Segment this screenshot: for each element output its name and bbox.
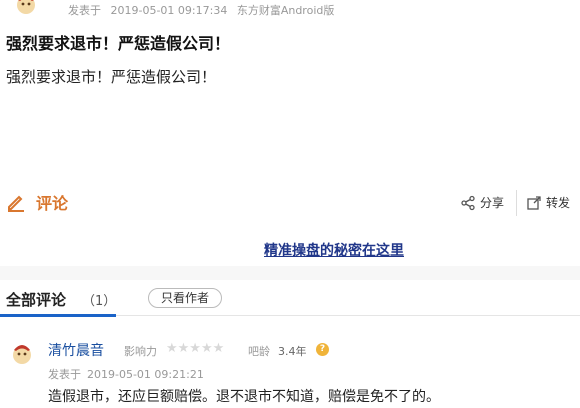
promo-link[interactable]: 精准操盘的秘密在这里 [264, 240, 404, 260]
share-label: 分享 [480, 196, 505, 210]
comment-label: 评论 [36, 194, 69, 213]
comment-published-time: 2019-05-01 09:21:21 [87, 368, 204, 381]
post-source: 东方财富Android版 [236, 4, 335, 17]
action-bar: 评论 分享 转发 [0, 186, 580, 220]
comment-meta: 发表于 2019-05-01 09:21:21 [48, 366, 210, 382]
avatar-icon[interactable] [10, 342, 34, 366]
forward-button[interactable]: 转发 [526, 194, 570, 211]
comment-username[interactable]: 清竹晨音 [48, 340, 104, 360]
comment-count: （1） [82, 294, 117, 309]
share-icon [461, 195, 475, 210]
tab-all-comments[interactable]: 全部评论 （1） [6, 289, 116, 310]
forward-icon [527, 195, 541, 210]
post-meta: 发表于 2019-05-01 09:17:34 东方财富Android版 [0, 0, 580, 18]
influence-label: 影响力 [124, 345, 157, 358]
influence-stars: ★★★★★ [166, 341, 225, 356]
action-divider [516, 190, 517, 216]
avatar-icon[interactable] [14, 0, 38, 16]
all-comments-label: 全部评论 [6, 291, 67, 309]
post-body: 强烈要求退市！严惩造假公司！ [6, 68, 217, 86]
forward-label: 转发 [546, 196, 571, 210]
comment-item: 清竹晨音 影响力 ★★★★★ 吧龄 3.4年 ? 发表于 2019-05-01 0… [0, 332, 580, 408]
post-title: 强烈要求退市！严惩造假公司！ [6, 34, 231, 53]
share-button[interactable]: 分享 [460, 194, 504, 211]
pencil-icon [8, 195, 24, 212]
comments-header: 全部评论 （1） 只看作者 [0, 280, 580, 317]
published-label: 发表于 [68, 4, 101, 17]
published-time: 2019-05-01 09:17:34 [110, 4, 228, 17]
age-label: 吧龄 [248, 345, 270, 358]
comment-published-label: 发表于 [48, 368, 81, 381]
section-gap [0, 266, 580, 280]
post-meta-text: 发表于 2019-05-01 09:17:34 东方财富Android版 [68, 2, 340, 18]
comment-text: 造假退市，还应巨额赔偿。退不退市不知道，赔偿是免不了的。 [48, 389, 440, 405]
active-tab-indicator [0, 314, 116, 317]
comment-button[interactable]: 评论 [6, 190, 68, 214]
help-icon[interactable]: ? [316, 343, 329, 356]
author-only-button[interactable]: 只看作者 [148, 288, 223, 308]
age-value: 3.4年 [278, 345, 307, 358]
